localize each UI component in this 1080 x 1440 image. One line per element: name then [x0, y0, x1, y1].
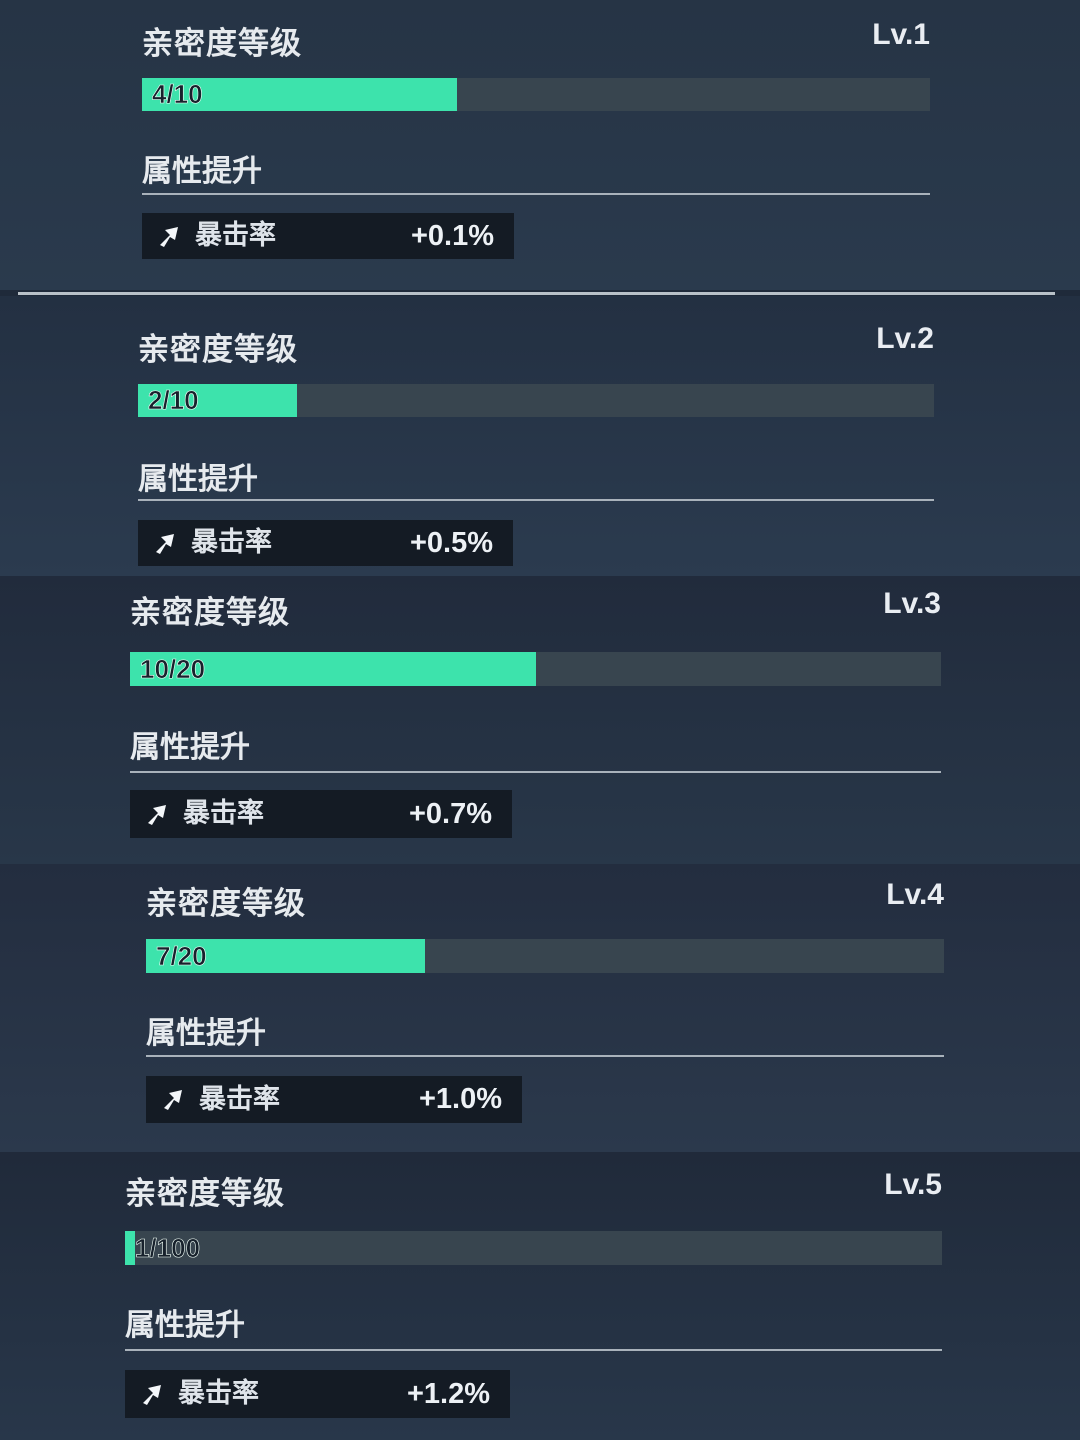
- section-rule: [142, 193, 930, 195]
- progress-text: 10/20: [140, 654, 206, 685]
- intimacy-panel-3: 亲密度等级 Lv.3 10/20 属性提升 暴击率 +0.7%: [0, 576, 1080, 864]
- arrow-up-right-icon: [143, 1385, 161, 1405]
- attribute-boost-heading: 属性提升: [146, 1016, 266, 1051]
- progress-text: 2/10: [148, 385, 199, 416]
- stat-row: 暴击率 +0.1%: [142, 213, 514, 259]
- stat-row: 暴击率 +0.5%: [138, 520, 513, 566]
- level-label: Lv.3: [883, 587, 941, 620]
- attribute-boost-heading: 属性提升: [130, 730, 250, 765]
- panel-divider: [18, 292, 1055, 295]
- stat-value: +0.1%: [410, 220, 494, 252]
- arrow-up-right-icon: [148, 805, 166, 825]
- progress-text: 1/100: [135, 1233, 201, 1264]
- progress-bar: 4/10: [142, 78, 930, 111]
- progress-bar: 1/100: [125, 1231, 942, 1265]
- stat-name: 暴击率: [191, 527, 272, 558]
- intimacy-level-heading: 亲密度等级: [146, 886, 306, 922]
- section-rule: [138, 499, 934, 501]
- progress-bar: 2/10: [138, 384, 934, 417]
- intimacy-panel-5: 亲密度等级 Lv.5 1/100 属性提升 暴击率 +1.2%: [0, 1152, 1080, 1440]
- intimacy-panel-4: 亲密度等级 Lv.4 7/20 属性提升 暴击率 +1.0%: [0, 864, 1080, 1152]
- stat-name: 暴击率: [199, 1084, 280, 1115]
- progress-bar-fill: [125, 1231, 135, 1265]
- level-label: Lv.1: [872, 18, 930, 51]
- intimacy-panel-1: 亲密度等级 Lv.1 4/10 属性提升 暴击率 +0.1%: [0, 0, 1080, 290]
- progress-bar: 10/20: [130, 652, 941, 686]
- level-label: Lv.4: [886, 878, 944, 911]
- stat-value: +0.5%: [409, 527, 493, 559]
- section-rule: [146, 1055, 944, 1057]
- intimacy-level-heading: 亲密度等级: [142, 26, 302, 62]
- stat-name: 暴击率: [178, 1378, 259, 1409]
- arrow-up-right-icon: [156, 534, 174, 554]
- progress-text: 7/20: [156, 941, 207, 972]
- attribute-boost-heading: 属性提升: [138, 462, 258, 497]
- intimacy-level-heading: 亲密度等级: [125, 1176, 285, 1212]
- stat-name: 暴击率: [183, 798, 264, 829]
- stat-value: +1.0%: [418, 1083, 502, 1115]
- stat-row: 暴击率 +0.7%: [130, 790, 512, 838]
- level-label: Lv.2: [876, 322, 934, 355]
- stat-row: 暴击率 +1.0%: [146, 1076, 522, 1123]
- stat-row: 暴击率 +1.2%: [125, 1370, 510, 1418]
- section-rule: [125, 1349, 942, 1351]
- progress-bar: 7/20: [146, 939, 944, 973]
- intimacy-level-heading: 亲密度等级: [138, 332, 298, 368]
- intimacy-panel-2: 亲密度等级 Lv.2 2/10 属性提升 暴击率 +0.5%: [0, 296, 1080, 576]
- intimacy-level-heading: 亲密度等级: [130, 595, 290, 631]
- arrow-up-right-icon: [160, 227, 178, 247]
- attribute-boost-heading: 属性提升: [125, 1308, 245, 1343]
- progress-text: 4/10: [152, 79, 203, 110]
- attribute-boost-heading: 属性提升: [142, 154, 262, 189]
- stat-value: +1.2%: [406, 1378, 490, 1410]
- level-label: Lv.5: [884, 1168, 942, 1201]
- arrow-up-right-icon: [164, 1090, 182, 1110]
- section-rule: [130, 771, 941, 773]
- stat-value: +0.7%: [408, 798, 492, 830]
- stat-name: 暴击率: [195, 220, 276, 251]
